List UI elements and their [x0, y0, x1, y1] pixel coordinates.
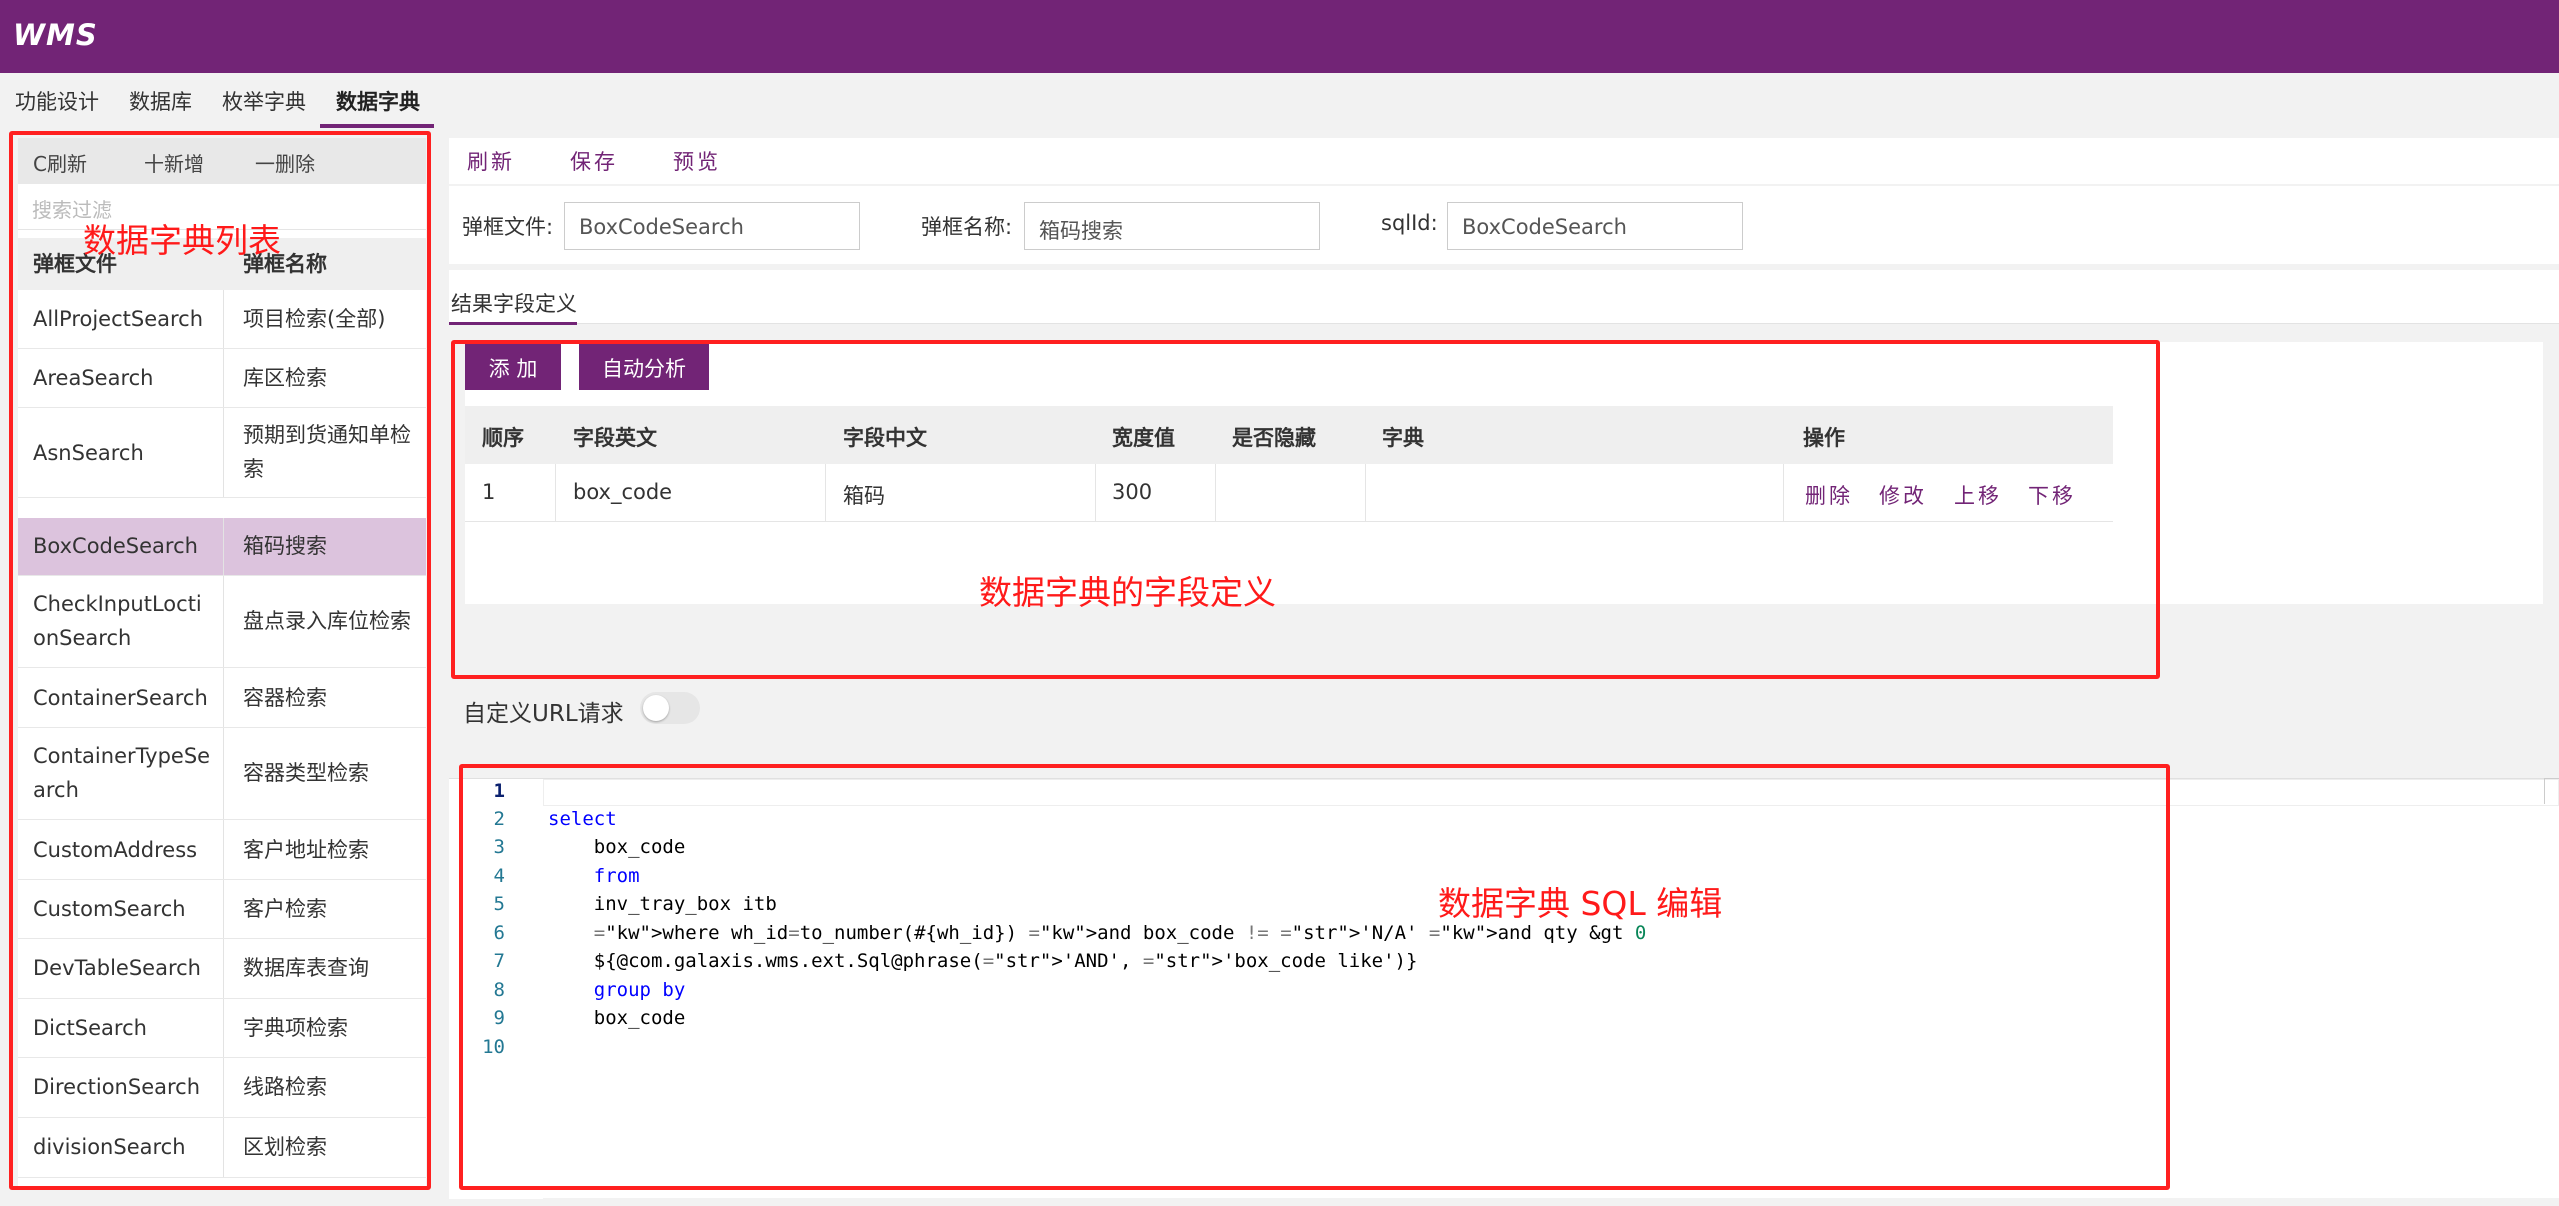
section-tab-indicator [449, 322, 577, 325]
toggle-knob [643, 695, 669, 721]
name-label: 弹框名称: [921, 215, 1013, 239]
annotation-label-list: 数据字典列表 [83, 221, 281, 260]
sqlid-input[interactable]: BoxCodeSearch [1447, 202, 1743, 250]
detail-toolbar: 刷新 保存 预览 [449, 138, 2559, 184]
custom-url-label: 自定义URL请求 [463, 701, 624, 727]
custom-url-toggle[interactable] [640, 692, 700, 724]
tab-function-design[interactable]: 功能设计 [15, 86, 99, 126]
tab-data-dictionary[interactable]: 数据字典 [336, 86, 420, 126]
tab-result-fields[interactable]: 结果字段定义 [451, 288, 577, 318]
main-tab-bar: 功能设计 数据库 枚举字典 数据字典 [0, 73, 2559, 128]
app-logo: WMS [13, 18, 98, 52]
detail-preview-button[interactable]: 预览 [673, 146, 721, 176]
active-tab-indicator [320, 124, 434, 128]
editor-scroll-indicator [2544, 778, 2559, 804]
detail-form: 弹框文件: BoxCodeSearch 弹框名称: 箱码搜索 sqlId: Bo… [449, 186, 2559, 264]
annotation-box-list [9, 131, 431, 1190]
detail-save-button[interactable]: 保存 [570, 146, 618, 176]
annotation-box-fields [451, 340, 2160, 679]
app-window: WMS 功能设计 数据库 枚举字典 数据字典 C刷新 十新增 一删除 搜索过滤 … [0, 0, 2559, 1206]
top-header-bar: WMS [0, 0, 2559, 73]
tab-database[interactable]: 数据库 [129, 86, 192, 126]
custom-url-row: 自定义URL请求 [449, 686, 2559, 736]
file-input[interactable]: BoxCodeSearch [564, 202, 860, 250]
annotation-box-sql [459, 764, 2170, 1190]
annotation-label-fields: 数据字典的字段定义 [979, 573, 1276, 612]
tab-enum-dictionary[interactable]: 枚举字典 [222, 86, 306, 126]
sqlid-label: sqlId: [1381, 211, 1438, 235]
section-tab-bar: 结果字段定义 [449, 270, 2559, 324]
detail-refresh-button[interactable]: 刷新 [467, 146, 515, 176]
annotation-label-sql: 数据字典 SQL 编辑 [1438, 884, 1723, 923]
file-label: 弹框文件: [462, 215, 554, 239]
name-input[interactable]: 箱码搜索 [1024, 202, 1320, 250]
